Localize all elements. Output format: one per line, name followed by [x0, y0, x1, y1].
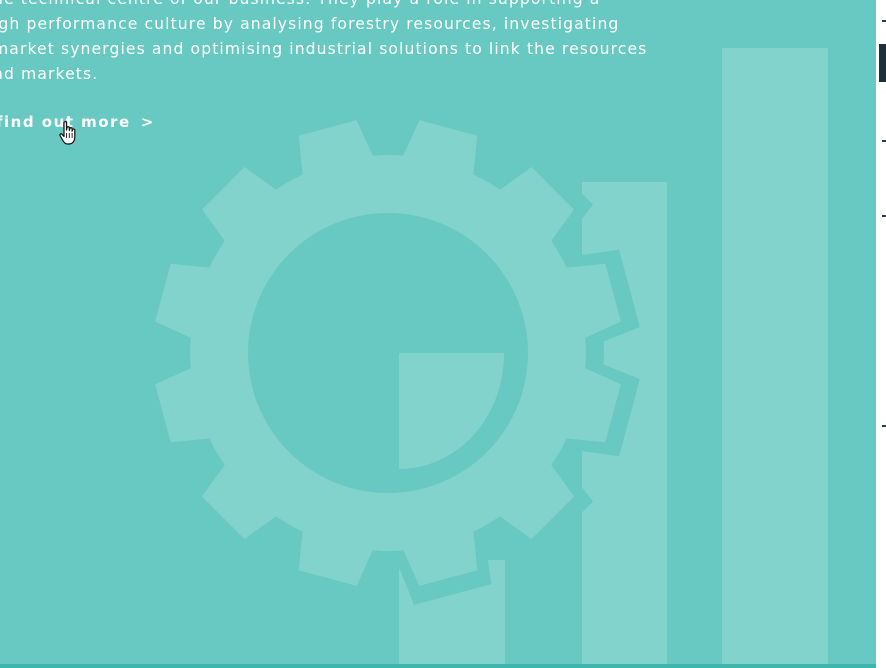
bottom-border [0, 664, 876, 668]
page: he technical centre of our business. The… [0, 0, 886, 668]
intro-paragraph: he technical centre of our business. The… [0, 0, 683, 87]
gear-chart-illustration [136, 48, 828, 668]
intro-line: market synergies and optimising industri… [0, 40, 648, 58]
intro-line: he technical centre of our business. The… [0, 0, 683, 12]
right-edge-mark [882, 20, 886, 22]
right-edge-mark [882, 140, 886, 142]
intro-line: igh performance culture by analysing for… [0, 15, 620, 33]
intro-line: nd markets. [0, 65, 99, 83]
right-edge-panel [876, 0, 886, 668]
hand-pointer-icon [59, 121, 76, 145]
right-edge-dark-tab [879, 44, 886, 82]
chevron-right-icon: > [140, 113, 155, 131]
tall-bar-graphic [722, 48, 828, 668]
right-edge-mark [882, 425, 886, 427]
right-edge-mark [882, 215, 886, 217]
